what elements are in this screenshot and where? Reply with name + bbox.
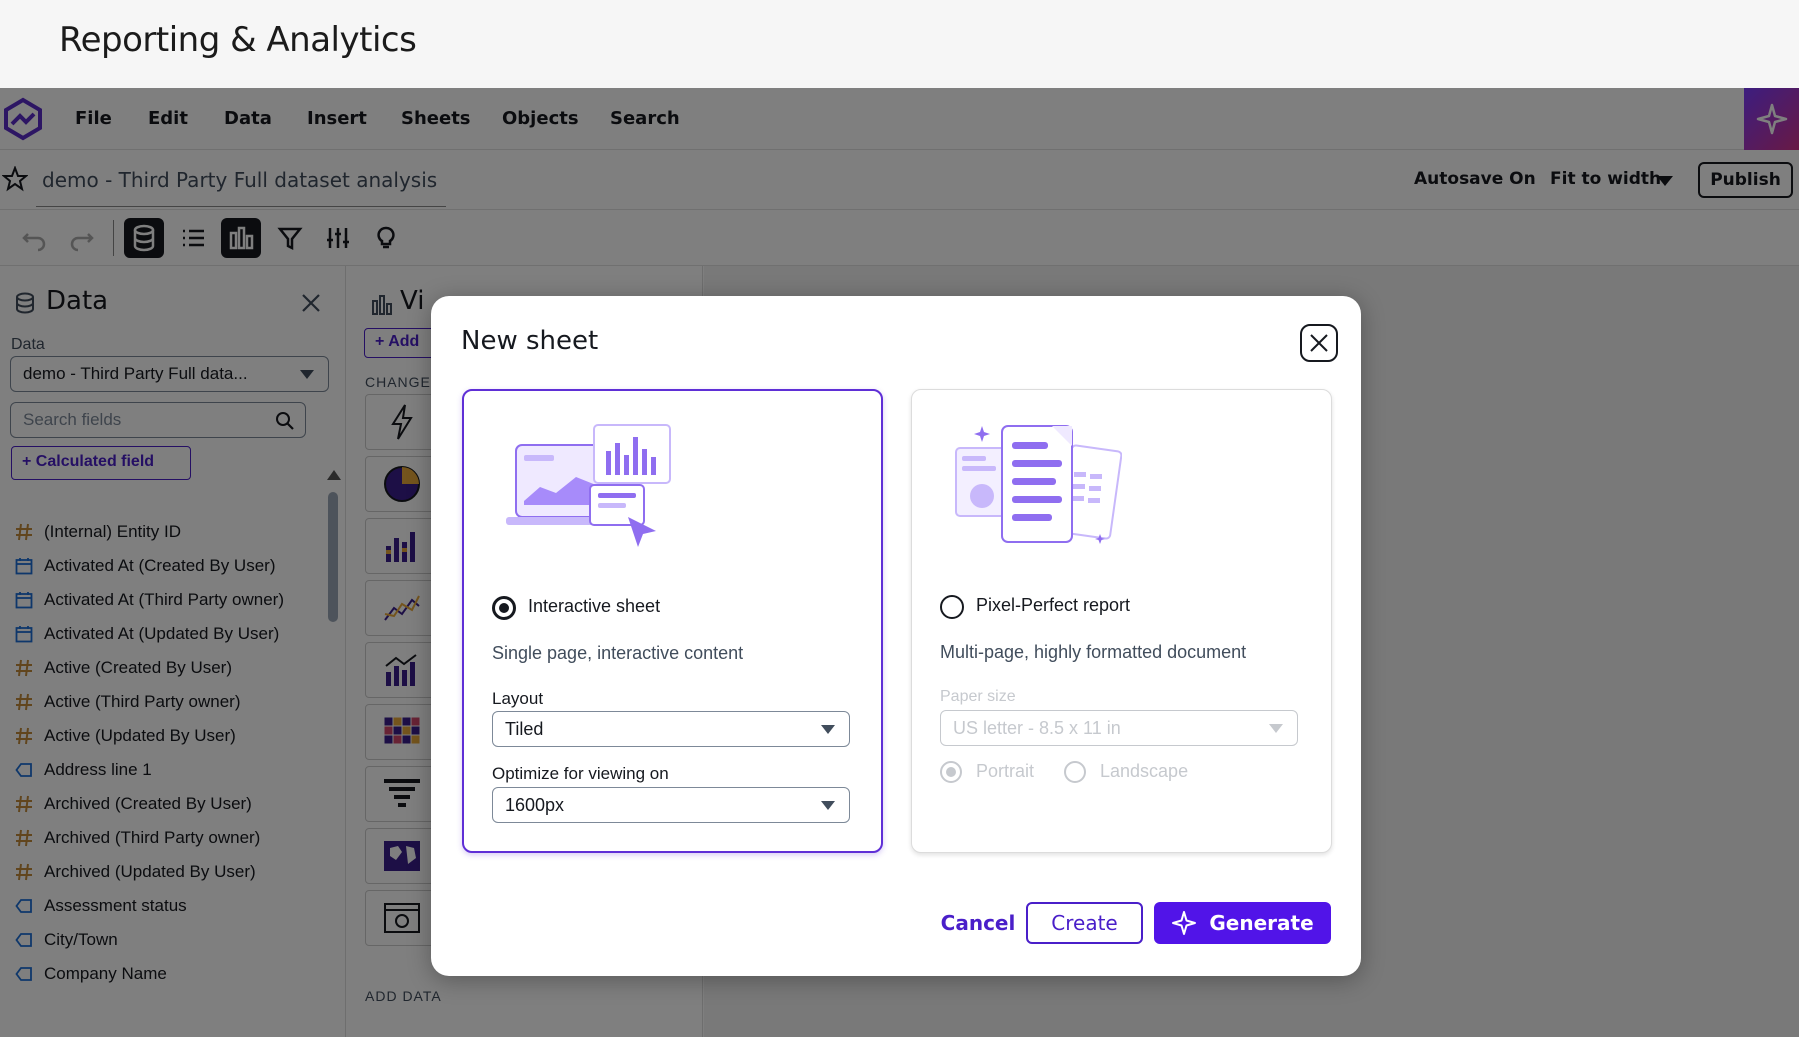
paper-size-value: US letter - 8.5 x 11 in [953, 718, 1121, 738]
pixel-perfect-title: Pixel-Perfect report [976, 595, 1131, 615]
optimize-viewing-value: 1600px [505, 795, 565, 815]
pixel-perfect-report-option[interactable]: Pixel-Perfect report Multi-page, highly … [911, 389, 1332, 853]
landscape-radio [1064, 761, 1086, 783]
dialog-title: New sheet [461, 326, 599, 356]
page-header: Reporting & Analytics [0, 0, 1799, 88]
interactive-sheet-title: Interactive sheet [528, 596, 661, 616]
portrait-label: Portrait [976, 761, 1035, 781]
interactive-sheet-radio[interactable] [492, 596, 516, 620]
caret-down-icon [1269, 724, 1283, 733]
landscape-label: Landscape [1100, 761, 1189, 781]
page-title: Reporting & Analytics [59, 20, 417, 60]
caret-down-icon [821, 801, 835, 810]
close-dialog-button[interactable] [1300, 324, 1338, 362]
portrait-radio [940, 761, 962, 783]
caret-down-icon [821, 725, 835, 734]
optimize-viewing-select[interactable]: 1600px [492, 787, 850, 823]
interactive-sheet-description: Single page, interactive content [492, 643, 744, 663]
new-sheet-dialog: New sheet Interactive sheet Single page,… [431, 296, 1361, 976]
app-window: File Edit Data Insert Sheets Objects Sea… [0, 88, 1799, 1037]
paper-size-select: US letter - 8.5 x 11 in [940, 710, 1298, 746]
interactive-sheet-illustration [506, 424, 671, 547]
close-icon [1310, 334, 1328, 352]
cancel-button[interactable]: Cancel [922, 902, 1034, 944]
optimize-viewing-label: Optimize for viewing on [492, 764, 669, 783]
pixel-perfect-description: Multi-page, highly formatted document [940, 642, 1247, 662]
layout-select[interactable]: Tiled [492, 711, 850, 747]
paper-size-label: Paper size [940, 688, 1016, 705]
generate-label: Generate [1209, 911, 1314, 935]
pixel-perfect-illustration [955, 425, 1122, 544]
layout-label: Layout [492, 689, 544, 708]
create-button[interactable]: Create [1026, 902, 1143, 944]
pixel-perfect-radio[interactable] [940, 595, 964, 619]
sparkle-icon [1172, 911, 1197, 935]
generate-button[interactable]: Generate [1154, 902, 1331, 944]
interactive-sheet-option[interactable]: Interactive sheet Single page, interacti… [462, 389, 883, 853]
layout-select-value: Tiled [505, 719, 544, 739]
